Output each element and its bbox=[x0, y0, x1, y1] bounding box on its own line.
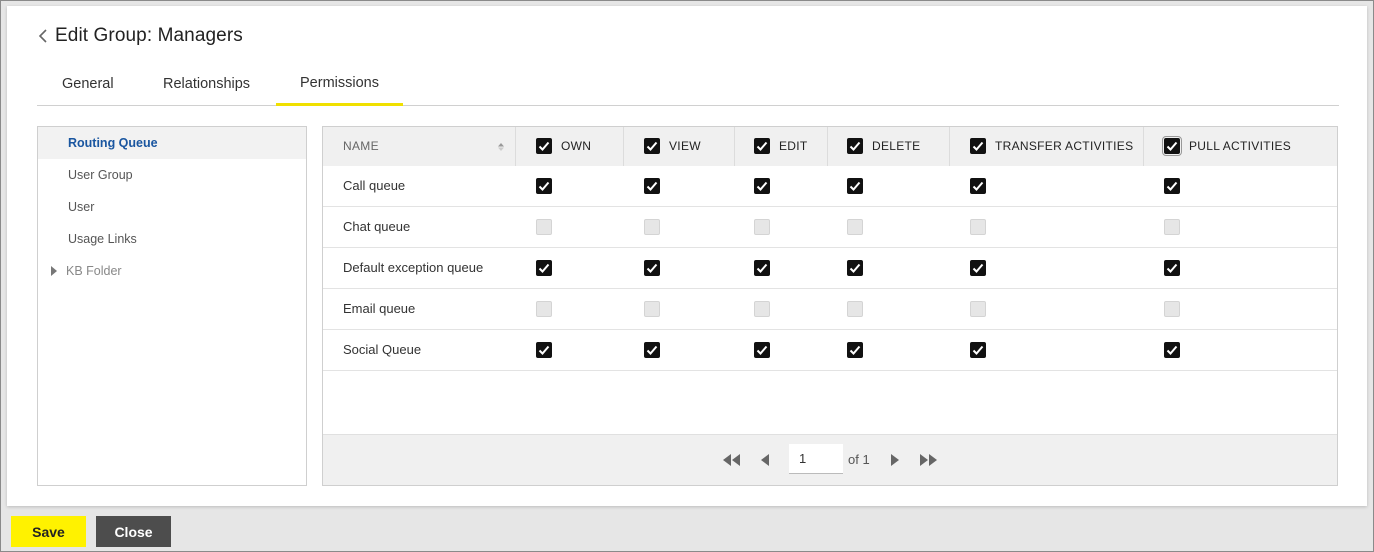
page-count: of 1 bbox=[848, 452, 870, 467]
view-checkbox[interactable] bbox=[644, 260, 660, 276]
row-name: Default exception queue bbox=[343, 260, 484, 275]
sidebar-item-routing-queue[interactable]: Routing Queue bbox=[38, 127, 306, 159]
page-number-input[interactable] bbox=[789, 444, 843, 474]
delete-checkbox[interactable] bbox=[847, 260, 863, 276]
sidebar-item-user-group[interactable]: User Group bbox=[38, 159, 306, 191]
grid-header: NAME OWN VIEW EDIT DELETE TRANSFER ACTIVITIE… bbox=[323, 127, 1337, 166]
tab-permissions[interactable]: Permissions bbox=[276, 75, 403, 106]
select-all-own-checkbox[interactable] bbox=[536, 138, 552, 154]
pager: of 1 bbox=[323, 434, 1337, 485]
last-page-icon[interactable] bbox=[919, 454, 937, 466]
column-separator[interactable] bbox=[827, 127, 828, 166]
select-all-delete-checkbox[interactable] bbox=[847, 138, 863, 154]
view-checkbox[interactable] bbox=[644, 342, 660, 358]
column-header-transfer-activities: TRANSFER ACTIVITIES bbox=[995, 139, 1134, 153]
table-row: Email queue bbox=[323, 289, 1337, 330]
chevron-left-icon[interactable] bbox=[37, 26, 49, 46]
edit-checkbox[interactable] bbox=[754, 342, 770, 358]
view-checkbox[interactable] bbox=[644, 178, 660, 194]
own-checkbox[interactable] bbox=[536, 178, 552, 194]
table-row: Social Queue bbox=[323, 330, 1337, 371]
column-header-delete: DELETE bbox=[872, 139, 921, 153]
page-title: Edit Group: Managers bbox=[55, 25, 243, 46]
pull-activities-checkbox[interactable] bbox=[1164, 342, 1180, 358]
select-all-edit-checkbox[interactable] bbox=[754, 138, 770, 154]
own-checkbox[interactable] bbox=[536, 219, 552, 235]
tab-general[interactable]: General bbox=[62, 76, 114, 106]
pull-activities-checkbox[interactable] bbox=[1164, 301, 1180, 317]
pull-activities-checkbox[interactable] bbox=[1164, 260, 1180, 276]
table-row: Default exception queue bbox=[323, 248, 1337, 289]
column-header-pull-activities: PULL ACTIVITIES bbox=[1189, 139, 1292, 153]
previous-page-icon[interactable] bbox=[760, 454, 770, 466]
table-row: Chat queue bbox=[323, 207, 1337, 248]
transfer-activities-checkbox[interactable] bbox=[970, 178, 986, 194]
select-all-view-checkbox[interactable] bbox=[644, 138, 660, 154]
column-separator[interactable] bbox=[515, 127, 516, 166]
column-header-name[interactable]: NAME bbox=[343, 127, 379, 166]
sidebar-item-label: KB Folder bbox=[66, 264, 122, 278]
edit-checkbox[interactable] bbox=[754, 301, 770, 317]
edit-checkbox[interactable] bbox=[754, 178, 770, 194]
edit-group-panel: Edit Group: Managers General Relationshi… bbox=[7, 6, 1367, 506]
own-checkbox[interactable] bbox=[536, 260, 552, 276]
select-all-pull-activities-checkbox[interactable] bbox=[1162, 136, 1182, 156]
delete-checkbox[interactable] bbox=[847, 219, 863, 235]
tab-relationships[interactable]: Relationships bbox=[163, 76, 250, 106]
row-name: Social Queue bbox=[343, 342, 422, 357]
column-separator[interactable] bbox=[623, 127, 624, 166]
column-separator[interactable] bbox=[734, 127, 735, 166]
column-separator[interactable] bbox=[949, 127, 950, 166]
row-name: Call queue bbox=[343, 178, 406, 193]
table-row: Call queue bbox=[323, 166, 1337, 207]
row-name: Email queue bbox=[343, 301, 416, 316]
view-checkbox[interactable] bbox=[644, 301, 660, 317]
expand-caret-icon[interactable] bbox=[51, 266, 57, 276]
transfer-activities-checkbox[interactable] bbox=[970, 342, 986, 358]
edit-checkbox[interactable] bbox=[754, 260, 770, 276]
select-all-transfer-activities-checkbox[interactable] bbox=[970, 138, 986, 154]
own-checkbox[interactable] bbox=[536, 342, 552, 358]
page-header[interactable]: Edit Group: Managers bbox=[37, 25, 243, 47]
sort-icon[interactable] bbox=[497, 142, 505, 152]
delete-checkbox[interactable] bbox=[847, 178, 863, 194]
pull-activities-checkbox[interactable] bbox=[1164, 178, 1180, 194]
delete-checkbox[interactable] bbox=[847, 342, 863, 358]
sidebar-item-usage-links[interactable]: Usage Links bbox=[38, 223, 306, 255]
object-type-list: Routing Queue User Group User Usage Link… bbox=[37, 126, 307, 486]
next-page-icon[interactable] bbox=[890, 454, 900, 466]
sidebar-item-user[interactable]: User bbox=[38, 191, 306, 223]
transfer-activities-checkbox[interactable] bbox=[970, 219, 986, 235]
row-name: Chat queue bbox=[343, 219, 411, 234]
column-header-edit: EDIT bbox=[779, 139, 808, 153]
own-checkbox[interactable] bbox=[536, 301, 552, 317]
edit-checkbox[interactable] bbox=[754, 219, 770, 235]
tab-bar: General Relationships Permissions bbox=[37, 70, 1339, 106]
column-separator[interactable] bbox=[1143, 127, 1144, 166]
column-header-own: OWN bbox=[561, 139, 592, 153]
transfer-activities-checkbox[interactable] bbox=[970, 260, 986, 276]
close-button[interactable]: Close bbox=[96, 516, 171, 547]
transfer-activities-checkbox[interactable] bbox=[970, 301, 986, 317]
first-page-icon[interactable] bbox=[723, 454, 741, 466]
delete-checkbox[interactable] bbox=[847, 301, 863, 317]
save-button[interactable]: Save bbox=[11, 516, 86, 547]
column-header-view: VIEW bbox=[669, 139, 701, 153]
sidebar-item-kb-folder[interactable]: KB Folder bbox=[38, 255, 306, 287]
permissions-grid: NAME OWN VIEW EDIT DELETE TRANSFER ACTIVITIE… bbox=[322, 126, 1338, 486]
view-checkbox[interactable] bbox=[644, 219, 660, 235]
pull-activities-checkbox[interactable] bbox=[1164, 219, 1180, 235]
